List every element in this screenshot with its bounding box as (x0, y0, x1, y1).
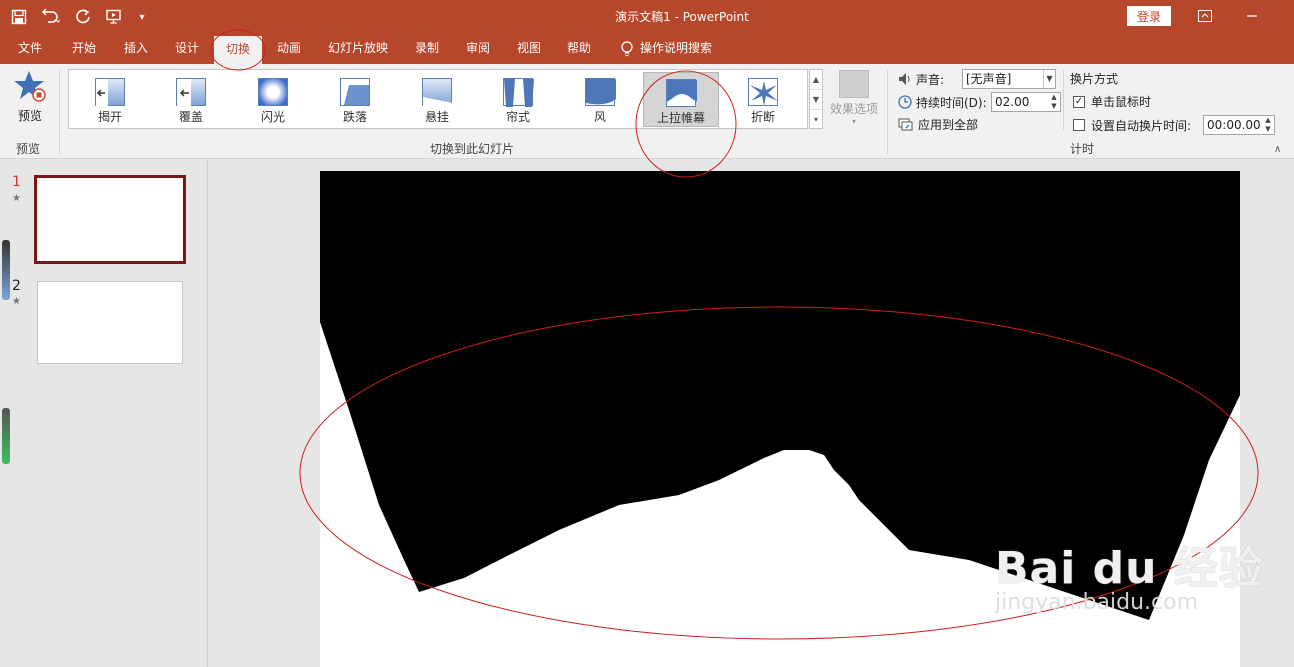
timing-group-label: 计时 (1070, 142, 1095, 156)
cover-icon (176, 78, 206, 107)
tab-home[interactable]: 开始 (62, 34, 106, 64)
scroll-indicator (2, 240, 10, 300)
preview-group-label: 预览 (16, 142, 41, 156)
gallery-scroll-down-icon[interactable]: ▼ (810, 90, 822, 110)
tab-help[interactable]: 帮助 (557, 34, 601, 64)
duration-label: 持续时间(D): (916, 95, 987, 110)
tab-view[interactable]: 视图 (507, 34, 551, 64)
transition-fall-over[interactable]: 跌落 (317, 72, 393, 127)
collapse-ribbon-icon[interactable]: ∧ (1274, 144, 1281, 155)
on-mouse-click-checkbox[interactable]: ✓ 单击鼠标时 (1073, 93, 1151, 110)
checkbox-unchecked-icon (1073, 119, 1085, 131)
window-title: 演示文稿1 - PowerPoint (615, 10, 749, 24)
slide-thumbnail-1[interactable] (34, 175, 186, 264)
transition-cover[interactable]: 覆盖 (153, 72, 229, 127)
scroll-indicator (2, 408, 10, 464)
wind-icon (585, 78, 616, 106)
slide-thumbnail-pane: 1 ★ 2 ★ (0, 160, 208, 667)
uncover-icon (95, 78, 125, 107)
tab-review[interactable]: 审阅 (456, 34, 500, 64)
gallery-scroll: ▲ ▼ ▾ (809, 69, 823, 129)
speaker-icon (899, 73, 910, 85)
transition-uncover[interactable]: 揭开 (72, 72, 148, 127)
transition-drape[interactable]: 悬挂 (399, 72, 475, 127)
preview-button[interactable]: 预览 (10, 70, 50, 126)
tab-insert[interactable]: 插入 (114, 34, 158, 64)
group-divider (59, 70, 60, 154)
sound-row: 声音: [无声音] ▼ (898, 69, 1056, 89)
slide-number: 1 (12, 174, 21, 190)
drape-icon (422, 78, 453, 107)
login-button[interactable]: 登录 (1127, 6, 1171, 26)
clock-icon (898, 95, 912, 109)
spinner-arrows-icon[interactable]: ▲ ▼ (1262, 116, 1274, 134)
fracture-icon (748, 78, 778, 106)
transition-wind[interactable]: 风 (562, 72, 638, 127)
title-bar: ▾ 演示文稿1 - PowerPoint 登录 (0, 0, 1294, 34)
transition-star-icon: ★ (12, 193, 21, 204)
tell-me-search[interactable]: 操作说明搜索 (640, 34, 730, 64)
chevron-down-icon: ▼ (1043, 70, 1055, 88)
apply-all-button[interactable]: 应用到全部 (898, 116, 978, 133)
effect-options-icon (839, 70, 869, 98)
prestige-icon (666, 79, 697, 107)
transition-flash[interactable]: 闪光 (235, 72, 311, 127)
transition-prestige[interactable]: 上拉帷幕 (643, 72, 719, 127)
sound-label: 声音: (916, 72, 945, 87)
apply-all-icon (898, 118, 913, 130)
star-preview-icon (14, 71, 46, 102)
ribbon-display-options-icon[interactable] (1193, 5, 1217, 27)
transition-curtains[interactable]: 帘式 (480, 72, 556, 127)
effect-options-button[interactable]: 效果选项 ▾ (826, 70, 882, 126)
checkbox-checked-icon: ✓ (1073, 95, 1085, 108)
gallery-more-icon[interactable]: ▾ (810, 110, 822, 130)
group-divider (887, 70, 888, 154)
gallery-scroll-up-icon[interactable]: ▲ (810, 70, 822, 90)
baidu-jingyan-watermark: Bai du 经验 jingyan.baidu.com (995, 543, 1264, 615)
transition-fracture[interactable]: 折断 (725, 72, 801, 127)
slide-thumbnail-2[interactable] (37, 281, 183, 364)
sound-dropdown[interactable]: [无声音] ▼ (962, 69, 1056, 89)
group-divider (1063, 70, 1064, 130)
duration-row: 持续时间(D): 02.00 ▲ ▼ (898, 92, 1061, 112)
tab-file[interactable]: 文件 (8, 34, 52, 64)
slide-editing-area: Bai du 经验 jingyan.baidu.com (209, 160, 1294, 667)
chevron-down-icon: ▾ (851, 117, 856, 126)
tab-animations[interactable]: 动画 (267, 34, 311, 64)
after-time-spinner[interactable]: 00:00.00 ▲ ▼ (1203, 115, 1275, 135)
lightbulb-icon (621, 41, 633, 57)
spinner-arrows-icon[interactable]: ▲ ▼ (1048, 93, 1060, 111)
tab-transitions[interactable]: 切换 (214, 36, 262, 64)
tab-record[interactable]: 录制 (405, 34, 449, 64)
transitions-group-label: 切换到此幻灯片 (430, 142, 515, 156)
transition-gallery: 揭开 覆盖 闪光 跌落 悬挂 帘式 风 上拉帷幕 折断 (68, 69, 808, 129)
ribbon-tab-bar: 文件 开始 插入 设计 切换 动画 幻灯片放映 录制 审阅 视图 帮助 操作说明… (0, 34, 1294, 64)
tab-slideshow[interactable]: 幻灯片放映 (320, 34, 396, 64)
duration-spinner[interactable]: 02.00 ▲ ▼ (991, 92, 1061, 112)
ribbon: 预览 预览 揭开 覆盖 闪光 跌落 悬挂 帘式 风 上拉帷幕 折断 ▲ ▼ ▾ … (0, 64, 1294, 159)
flash-icon (258, 78, 288, 106)
advance-slide-title: 换片方式 (1070, 72, 1119, 86)
transition-star-icon: ★ (12, 296, 21, 307)
slide-number: 2 (12, 278, 21, 294)
curtains-icon (503, 78, 534, 107)
after-time-checkbox[interactable]: 设置自动换片时间: 00:00.00 ▲ ▼ (1073, 115, 1275, 135)
tab-design[interactable]: 设计 (165, 34, 209, 64)
fall-icon (340, 78, 370, 106)
minimize-icon[interactable] (1240, 5, 1264, 27)
